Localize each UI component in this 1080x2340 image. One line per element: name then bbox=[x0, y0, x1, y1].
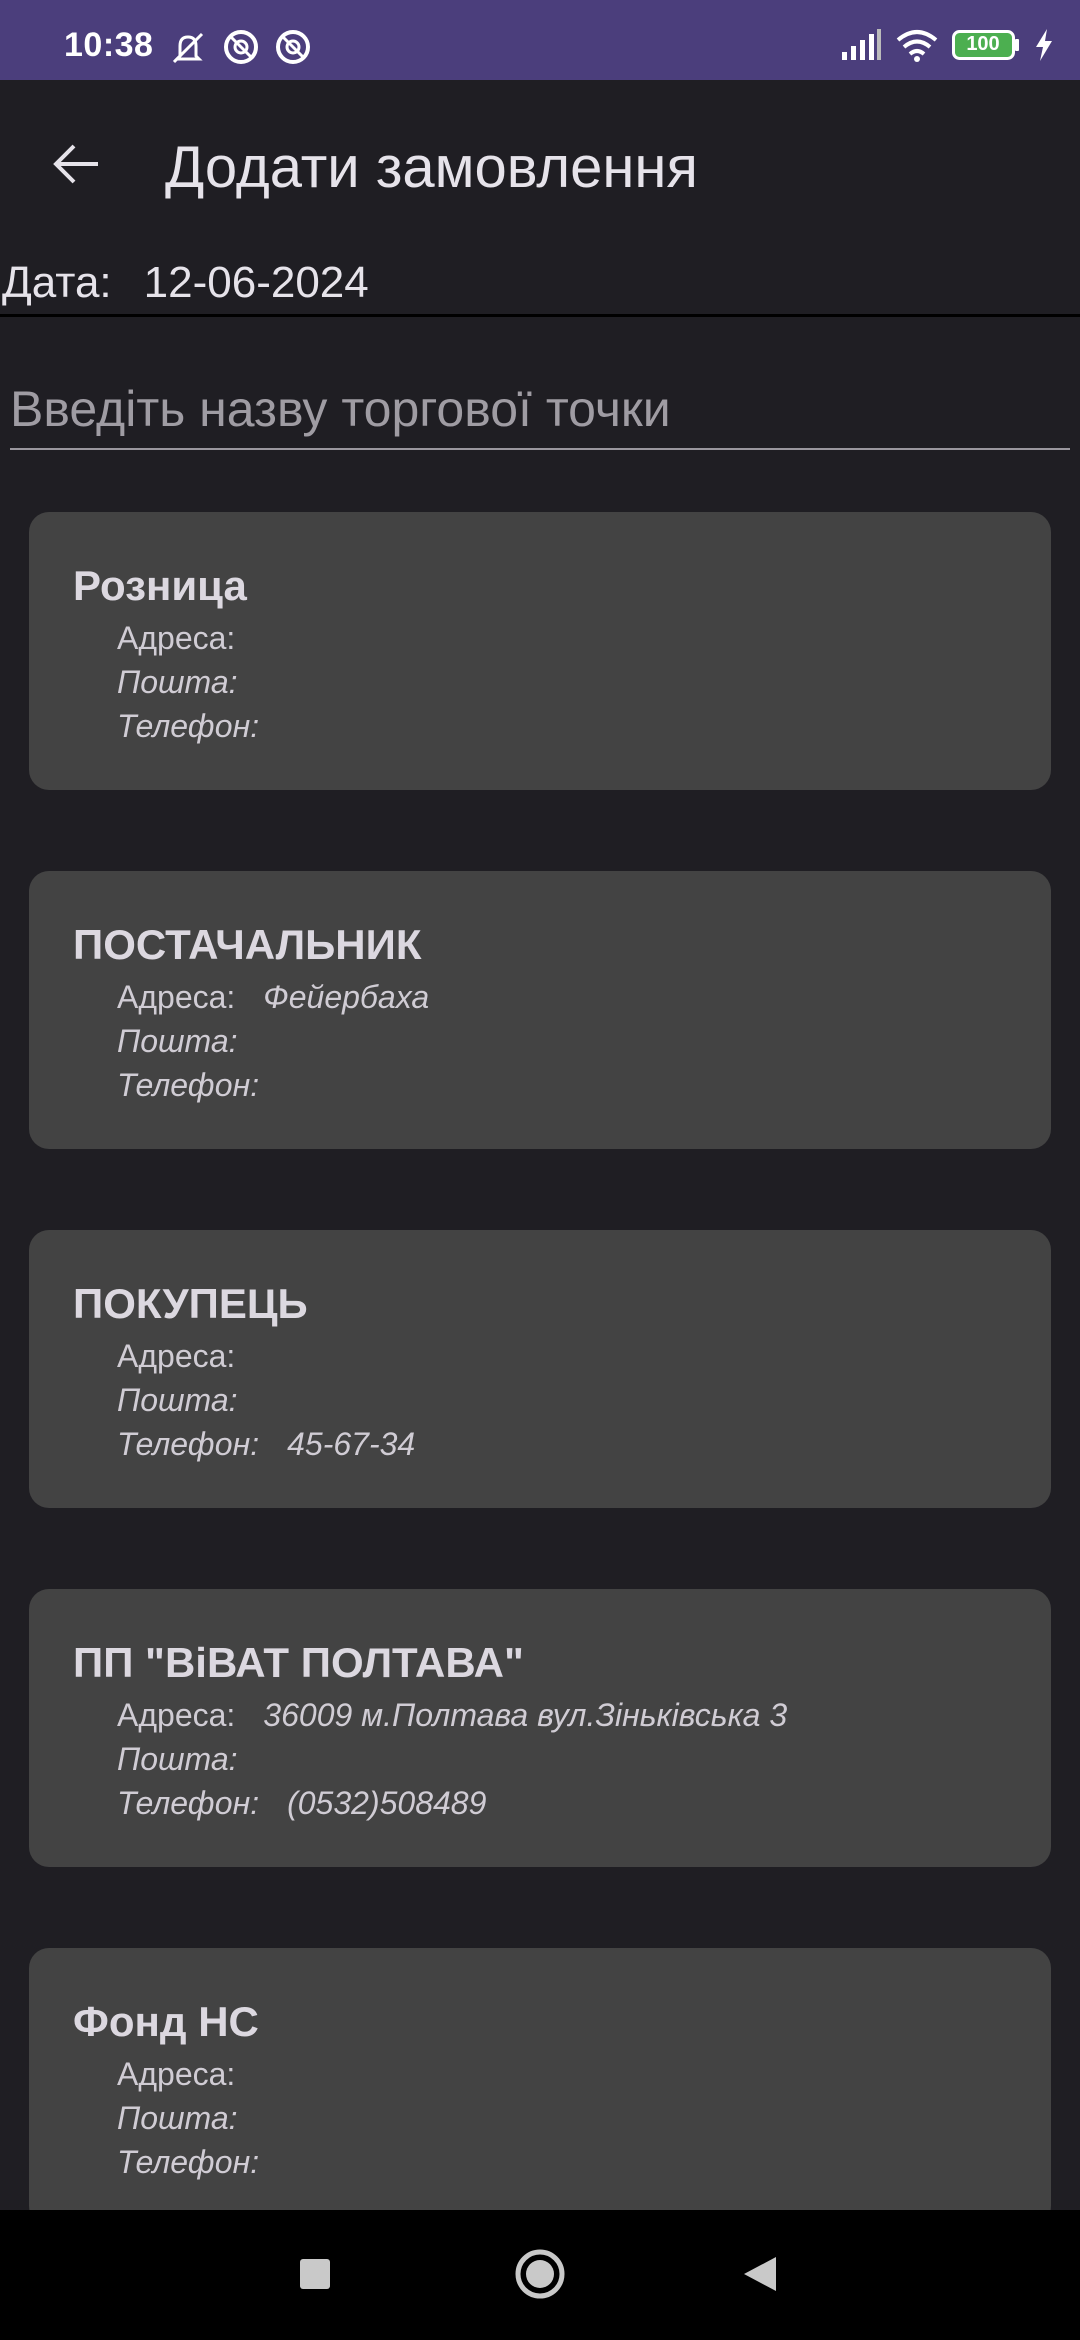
triangle-back-icon bbox=[740, 2254, 780, 2299]
phone-label: Телефон: bbox=[117, 708, 260, 744]
store-card[interactable]: Фонд НС Адреса: Пошта: Телефон: bbox=[29, 1948, 1051, 2226]
store-card[interactable]: Розница Адреса: Пошта: Телефон: bbox=[29, 512, 1051, 790]
recents-button[interactable] bbox=[283, 2244, 347, 2308]
mail-label: Пошта: bbox=[117, 664, 238, 700]
address-label: Адреса: bbox=[117, 1697, 236, 1733]
store-mail-row: Пошта: bbox=[117, 1741, 266, 1778]
store-name: ПОКУПЕЦЬ bbox=[73, 1280, 308, 1327]
phone-label: Телефон: bbox=[117, 1426, 260, 1462]
date-label: Дата: bbox=[2, 258, 112, 307]
phone-label: Телефон: bbox=[117, 2144, 260, 2180]
store-phone-row: Телефон: bbox=[117, 708, 287, 745]
store-address-row: Адреса: bbox=[117, 1338, 263, 1375]
wifi-icon bbox=[896, 28, 938, 62]
signal-icon bbox=[840, 28, 882, 62]
app-bar: Додати замовлення bbox=[0, 80, 1080, 260]
store-phone-row: Телефон: 45-67-34 bbox=[117, 1426, 415, 1463]
store-address-row: Адреса: bbox=[117, 620, 263, 657]
mail-label: Пошта: bbox=[117, 1382, 238, 1418]
battery-level: 100 bbox=[966, 33, 1000, 55]
mail-label: Пошта: bbox=[117, 1023, 238, 1059]
store-phone-row: Телефон: (0532)508489 bbox=[117, 1785, 486, 1822]
store-card[interactable]: ПОКУПЕЦЬ Адреса: Пошта: Телефон: 45-67-34 bbox=[29, 1230, 1051, 1508]
store-phone: 45-67-34 bbox=[287, 1426, 416, 1462]
store-name: ПОСТАЧАЛЬНИК bbox=[73, 921, 422, 968]
phone-label: Телефон: bbox=[117, 1067, 260, 1103]
store-mail-row: Пошта: bbox=[117, 2100, 266, 2137]
divider bbox=[0, 314, 1080, 317]
store-phone-row: Телефон: bbox=[117, 2144, 287, 2181]
address-label: Адреса: bbox=[117, 620, 236, 656]
address-label: Адреса: bbox=[117, 1338, 236, 1374]
store-name: ПП "ВіВАТ ПОЛТАВА" bbox=[73, 1639, 524, 1686]
store-mail-row: Пошта: bbox=[117, 1023, 266, 1060]
store-phone-row: Телефон: bbox=[117, 1067, 287, 1104]
page-title: Додати замовлення bbox=[165, 135, 698, 200]
store-name: Фонд НС bbox=[73, 1998, 259, 2045]
blocked-circle-icon bbox=[274, 28, 312, 68]
date-row: Дата: 12-06-2024 bbox=[0, 258, 369, 308]
arrow-back-icon bbox=[50, 138, 102, 195]
home-circle-icon bbox=[513, 2247, 567, 2306]
status-bar: 10:38 100 bbox=[0, 0, 1080, 80]
store-address-row: Адреса: bbox=[117, 2056, 263, 2093]
mail-label: Пошта: bbox=[117, 1741, 238, 1777]
date-value[interactable]: 12-06-2024 bbox=[144, 258, 369, 307]
store-address-row: Адреса: Фейербаха bbox=[117, 979, 429, 1016]
store-address: Фейербаха bbox=[263, 979, 430, 1015]
mute-icon bbox=[168, 28, 208, 68]
store-card[interactable]: ПОСТАЧАЛЬНИК Адреса: Фейербаха Пошта: Тел… bbox=[29, 871, 1051, 1149]
store-name: Розница bbox=[73, 562, 247, 609]
battery-icon: 100 bbox=[952, 30, 1020, 60]
charging-icon bbox=[1034, 28, 1054, 62]
address-label: Адреса: bbox=[117, 979, 236, 1015]
store-phone: (0532)508489 bbox=[287, 1785, 487, 1821]
mail-label: Пошта: bbox=[117, 2100, 238, 2136]
status-time: 10:38 bbox=[64, 26, 154, 64]
back-button[interactable] bbox=[40, 130, 112, 202]
store-card[interactable]: ПП "ВіВАТ ПОЛТАВА" Адреса: 36009 м.Полтав… bbox=[29, 1589, 1051, 1867]
store-mail-row: Пошта: bbox=[117, 664, 266, 701]
address-label: Адреса: bbox=[117, 2056, 236, 2092]
home-button[interactable] bbox=[508, 2244, 572, 2308]
phone-label: Телефон: bbox=[117, 1785, 260, 1821]
store-search-input[interactable] bbox=[10, 370, 1070, 450]
square-icon bbox=[298, 2257, 332, 2296]
navigation-bar bbox=[0, 2210, 1080, 2340]
back-nav-button[interactable] bbox=[728, 2244, 792, 2308]
store-mail-row: Пошта: bbox=[117, 1382, 266, 1419]
store-address-row: Адреса: 36009 м.Полтава вул.Зіньківська 3 bbox=[117, 1697, 787, 1734]
blocked-circle-icon bbox=[222, 28, 260, 68]
store-address: 36009 м.Полтава вул.Зіньківська 3 bbox=[263, 1697, 788, 1733]
